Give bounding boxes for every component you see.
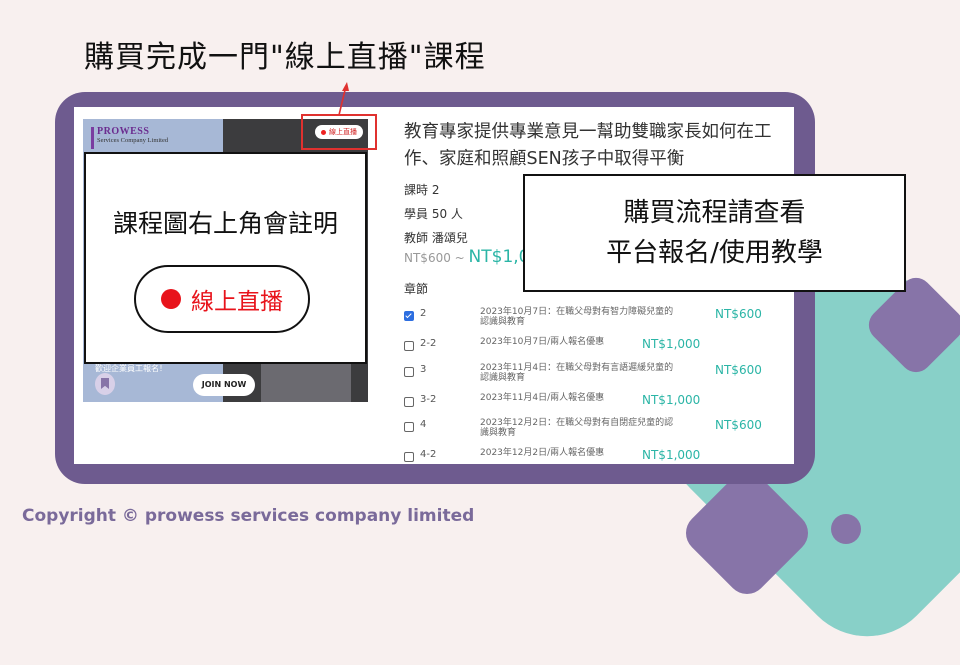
price-low: NT$600 ~ <box>404 251 465 265</box>
callout-left-title: 課程圖右上角會註明 <box>112 209 338 238</box>
lesson-row[interactable]: 2 2023年10月7日：在職父母對有智力障礙兒童的認識與教育 NT$600 <box>404 307 774 333</box>
lesson-row[interactable]: 3-2 2023年11月4日/兩人報名優惠 NT$1,000 <box>404 393 774 419</box>
callout-right-line2: 平台報名/使用教學 <box>606 238 823 268</box>
lesson-number: 2-2 <box>420 338 437 349</box>
lesson-price: NT$600 <box>715 307 762 321</box>
course-title: 教育專家提供專業意見一幫助雙職家長如何在工作、家庭和照顧SEN孩子中取得平衡 <box>404 122 772 169</box>
lesson-row[interactable]: 2-2 2023年10月7日/兩人報名優惠 NT$1,000 <box>404 337 774 363</box>
lesson-checkbox[interactable] <box>404 341 414 351</box>
course-teacher: 教師 潘頌兒 <box>404 231 468 245</box>
lesson-number: 3-2 <box>420 394 437 405</box>
lesson-checkbox[interactable] <box>404 311 414 321</box>
price-range: NT$600 ~ NT$1,0 <box>404 247 530 267</box>
lesson-number: 4-2 <box>420 449 437 460</box>
lesson-number: 3 <box>420 364 427 375</box>
brand-name: PROWESS <box>97 126 150 137</box>
lesson-number: 2 <box>420 308 427 319</box>
course-students: 學員 50 人 <box>404 207 463 221</box>
callout-right-line1: 購買流程請查看 <box>623 198 806 228</box>
page-heading: 購買完成一門"線上直播"課程 <box>84 40 486 75</box>
lesson-checkbox[interactable] <box>404 367 414 377</box>
lesson-row[interactable]: 4-2 2023年12月2日/兩人報名優惠 NT$1,000 <box>404 448 774 474</box>
lesson-checkbox[interactable] <box>404 452 414 462</box>
lesson-price: NT$1,000 <box>642 393 701 407</box>
brand-subtitle: Services Company Limited <box>97 137 169 144</box>
lesson-row[interactable]: 4 2023年12月2日：在職父母對有自閉症兒童的認識與教育 NT$600 <box>404 418 774 444</box>
lesson-description: 2023年11月4日：在職父母對有言語遲緩兒童的認識與教育 <box>480 363 674 383</box>
lesson-number: 4 <box>420 419 427 430</box>
chapters-label: 章節 <box>404 282 429 296</box>
lesson-description: 2023年12月2日：在職父母對有自閉症兒童的認識與教育 <box>480 418 674 438</box>
lesson-price: NT$1,000 <box>642 448 701 462</box>
bookmark-icon[interactable] <box>95 373 115 395</box>
arrow-icon <box>338 82 349 116</box>
lesson-price: NT$1,000 <box>642 337 701 351</box>
lesson-price: NT$600 <box>715 363 762 377</box>
lesson-checkbox[interactable] <box>404 397 414 407</box>
live-pill: 線上直播 <box>134 265 310 333</box>
lesson-checkbox[interactable] <box>404 422 414 432</box>
lesson-price: NT$600 <box>715 418 762 432</box>
callout-live-hint: 課程圖右上角會註明 線上直播 <box>84 152 367 364</box>
highlight-box <box>301 114 377 150</box>
brand-bar <box>91 127 94 149</box>
course-hours: 課時 2 <box>404 183 440 197</box>
lesson-description: 2023年10月7日：在職父母對有智力障礙兒童的認識與教育 <box>480 307 674 327</box>
callout-purchase-guide: 購買流程請查看 平台報名/使用教學 <box>523 174 906 292</box>
copyright: Copyright © prowess services company lim… <box>22 506 475 526</box>
live-pill-label: 線上直播 <box>191 289 283 315</box>
join-now-button[interactable]: JOIN NOW <box>193 374 255 396</box>
price-high: NT$1,0 <box>468 247 530 267</box>
red-dot-icon <box>161 289 181 309</box>
lesson-row[interactable]: 3 2023年11月4日：在職父母對有言語遲緩兒童的認識與教育 NT$600 <box>404 363 774 389</box>
